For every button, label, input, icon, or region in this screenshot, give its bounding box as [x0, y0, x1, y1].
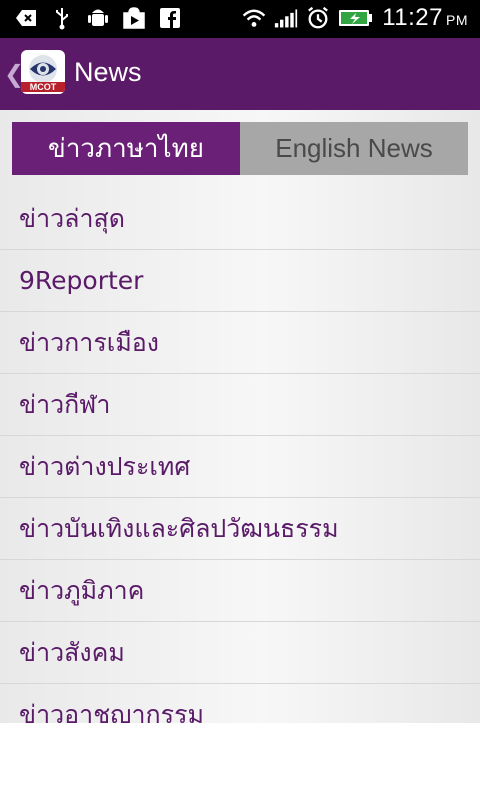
news-category-list: ข่าวล่าสุด 9Reporter ข่าวการเมือง ข่าวกี… [0, 188, 480, 723]
battery-charging-icon [338, 6, 374, 30]
notification-icons [14, 6, 182, 30]
list-item-sports[interactable]: ข่าวกีฬา [0, 374, 480, 436]
tab-thai-news[interactable]: ข่าวภาษาไทย [12, 122, 240, 175]
wifi-icon [242, 6, 266, 30]
list-item-international[interactable]: ข่าวต่างประเทศ [0, 436, 480, 498]
clock-time: 11:27 [382, 4, 443, 31]
clock: 11:27 PM [382, 4, 468, 32]
list-item-latest-news[interactable]: ข่าวล่าสุด [0, 188, 480, 250]
logo-text: MCOT [21, 82, 65, 92]
list-item-regional[interactable]: ข่าวภูมิภาค [0, 560, 480, 622]
clock-ampm: PM [446, 12, 468, 28]
list-item-society[interactable]: ข่าวสังคม [0, 622, 480, 684]
usb-icon [50, 6, 74, 30]
list-item-politics[interactable]: ข่าวการเมือง [0, 312, 480, 374]
tab-english-news[interactable]: English News [240, 122, 468, 175]
list-item-entertainment-culture[interactable]: ข่าวบันเทิงและศิลปวัฒนธรรม [0, 498, 480, 560]
alarm-icon [306, 6, 330, 30]
tab-bar: ข่าวภาษาไทย English News [12, 122, 468, 175]
app-logo[interactable]: MCOT [21, 50, 65, 94]
play-store-icon [122, 6, 146, 30]
list-item-crime[interactable]: ข่าวอาชญากรรม [0, 684, 480, 724]
system-status: 11:27 PM [242, 4, 468, 32]
blank-footer-area [0, 723, 480, 800]
android-debug-icon [86, 6, 110, 30]
app-bar: ❮ MCOT News [0, 38, 480, 110]
page-title: News [74, 57, 142, 87]
back-arrow-icon [14, 6, 38, 30]
list-item-9reporter[interactable]: 9Reporter [0, 250, 480, 312]
facebook-icon [158, 6, 182, 30]
signal-icon [274, 6, 298, 30]
main-content: ข่าวภาษาไทย English News ข่าวล่าสุด 9Rep… [0, 110, 480, 723]
status-bar: 11:27 PM [0, 0, 480, 38]
